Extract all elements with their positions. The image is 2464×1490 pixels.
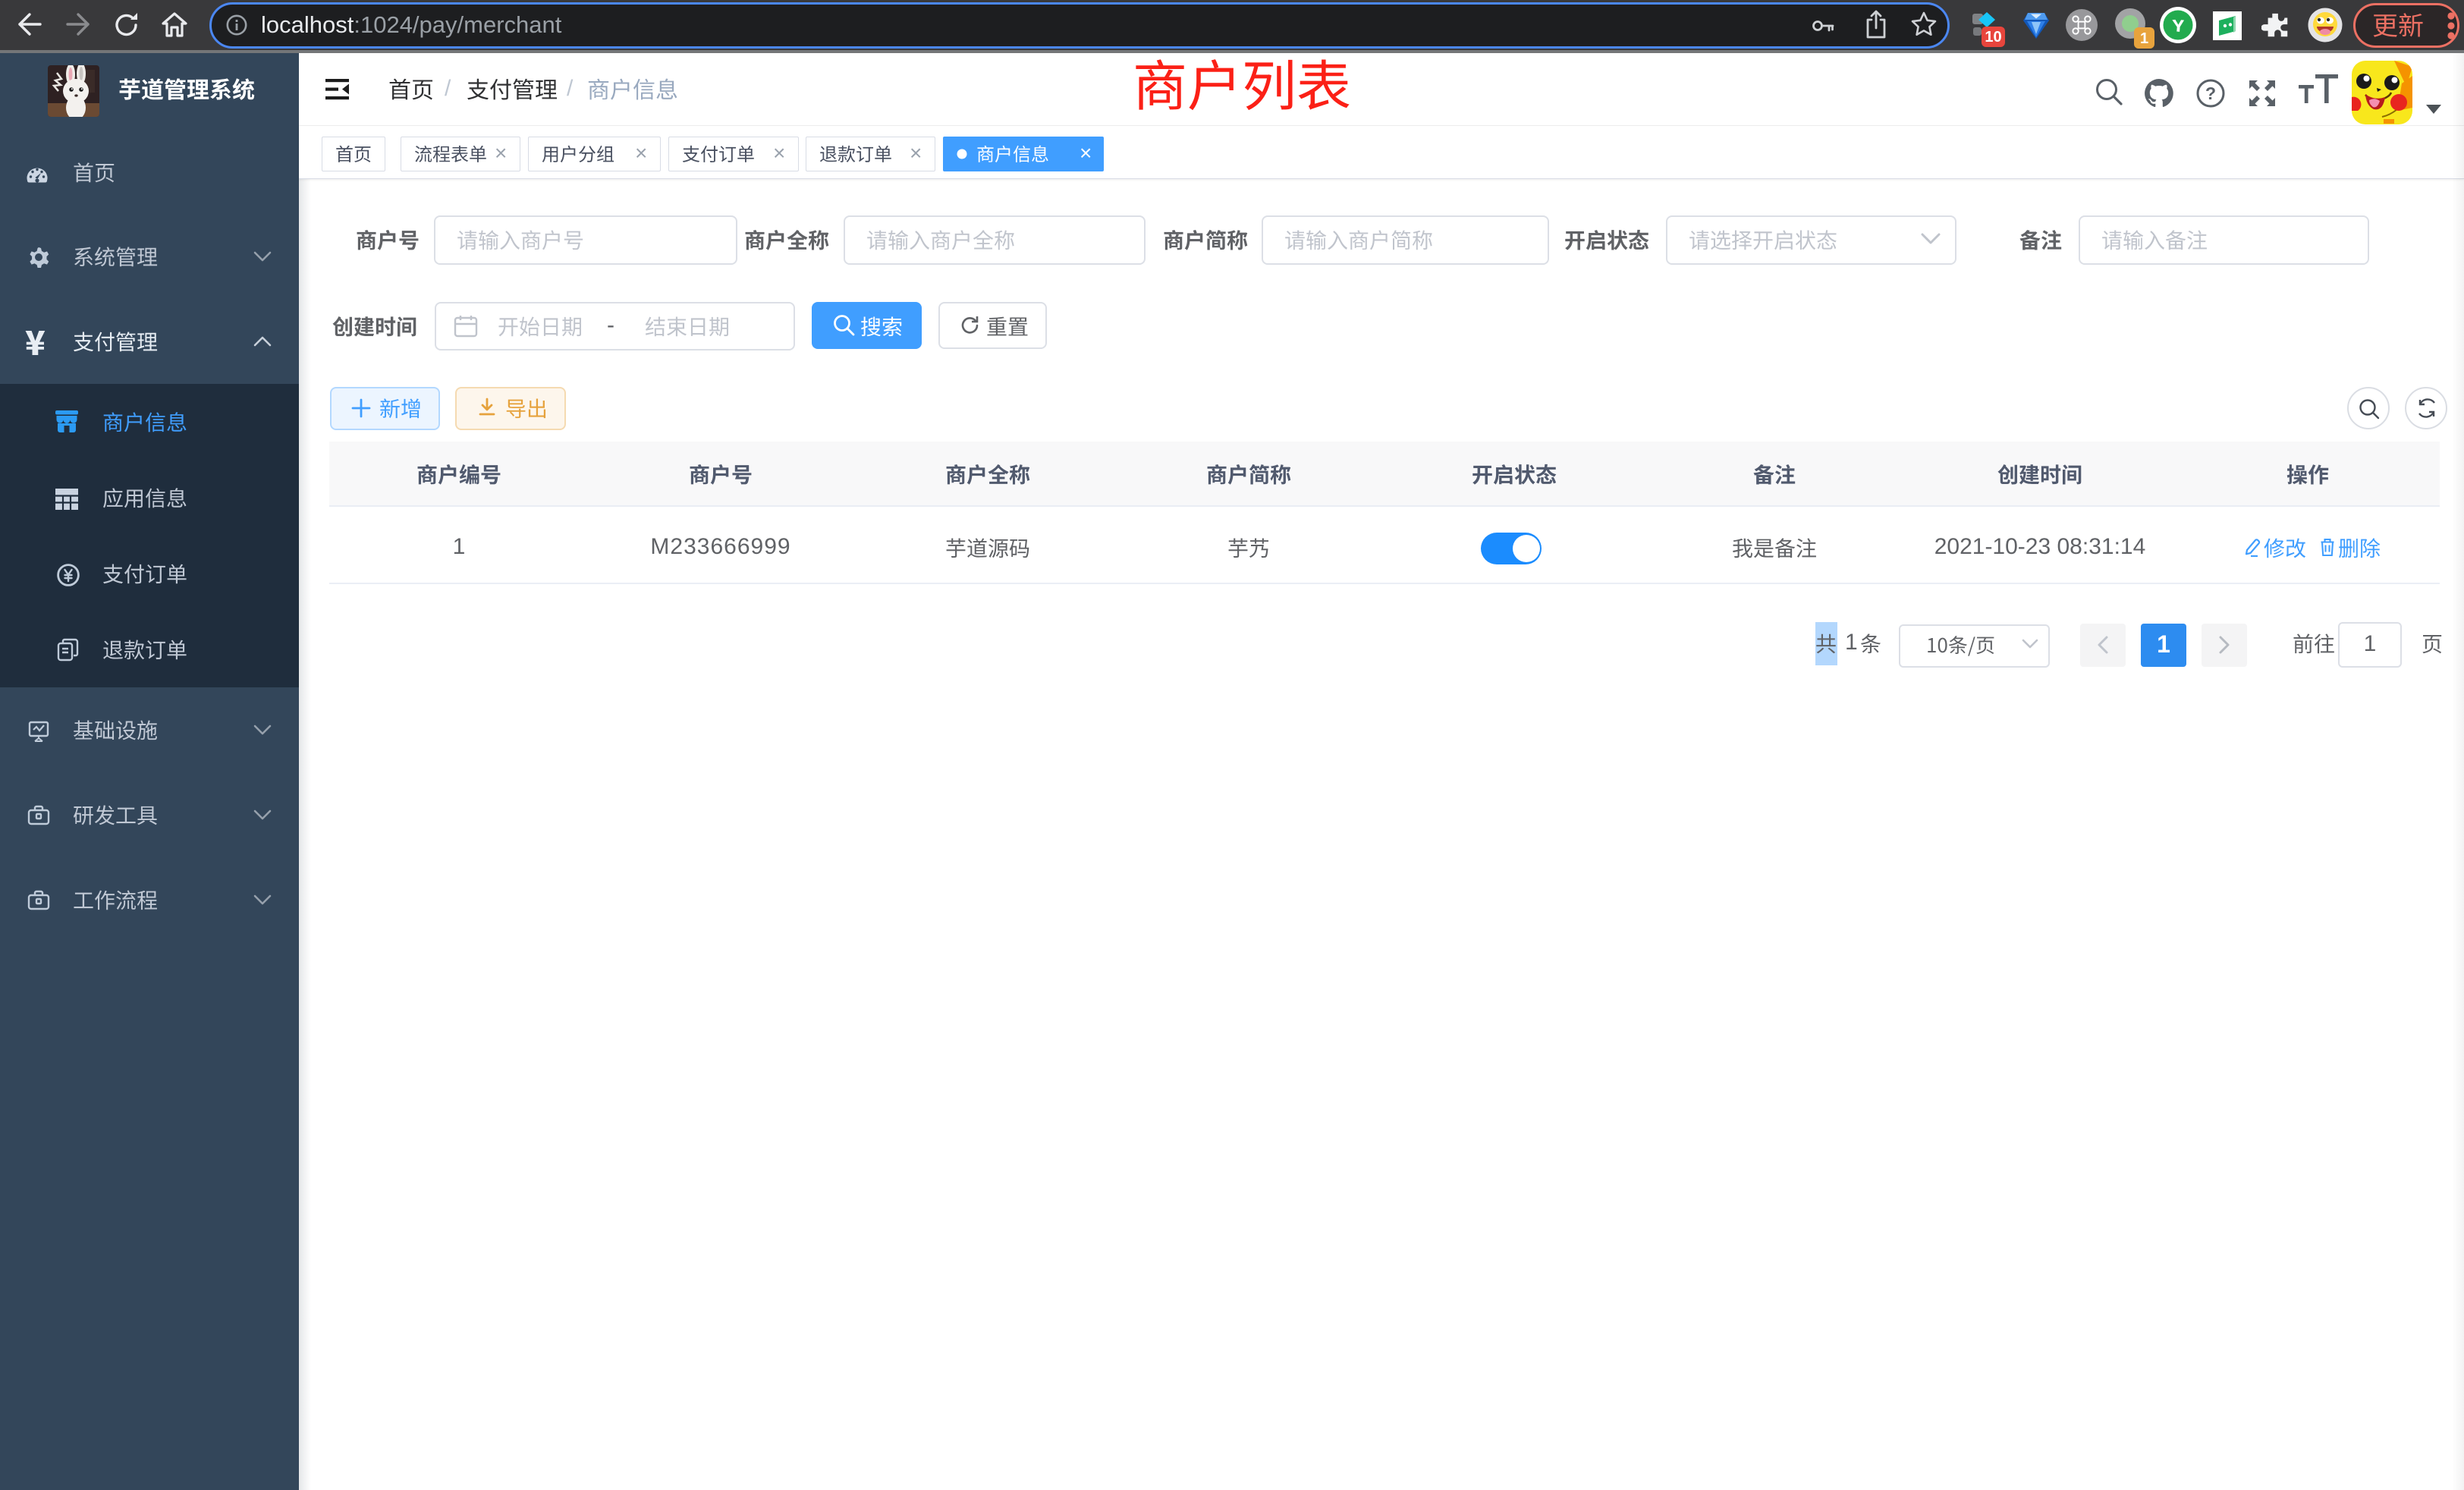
svg-text:1: 1 [2140, 30, 2148, 47]
svg-text:10: 10 [1985, 29, 2001, 46]
svg-text:?: ? [2205, 83, 2216, 103]
